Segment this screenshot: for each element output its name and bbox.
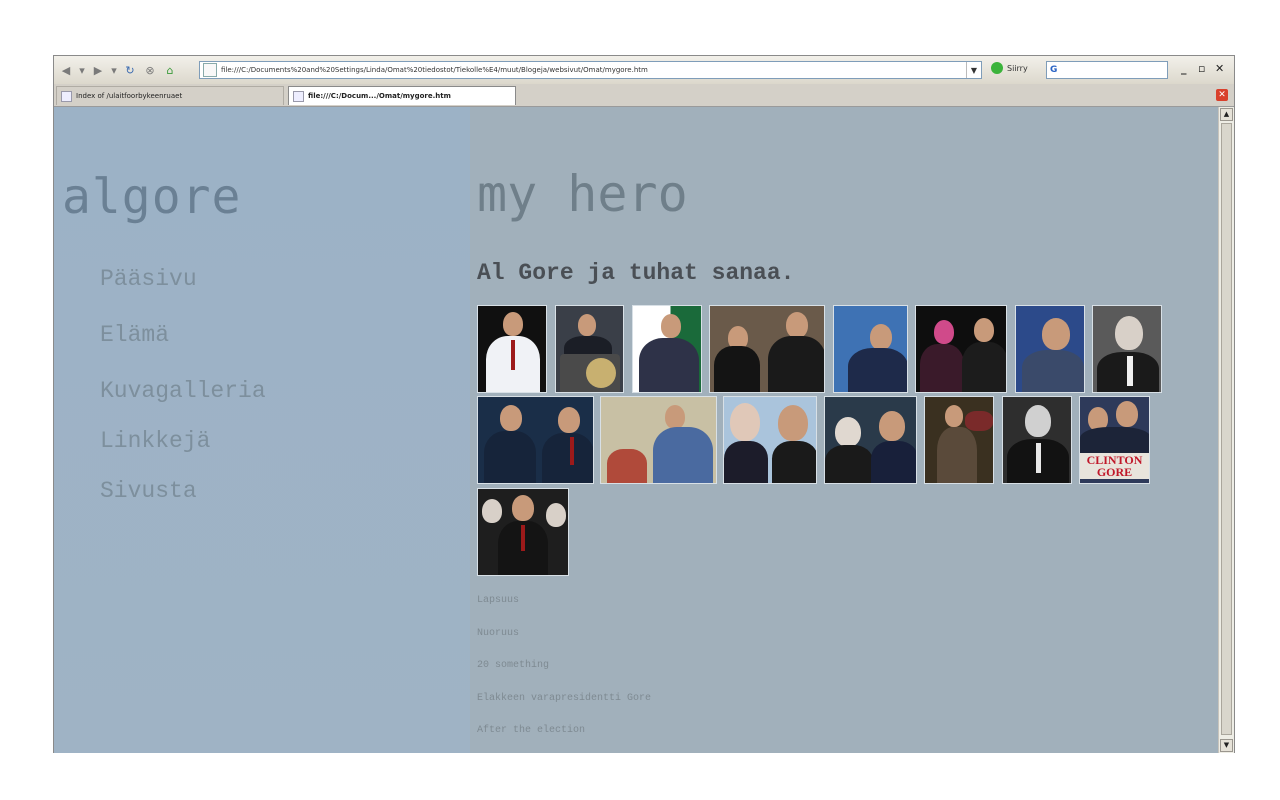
chevron-down-icon[interactable]: ▼ bbox=[966, 62, 981, 78]
tab-strip: Index of /ulaitfoorbykeenruaet file:///C… bbox=[54, 84, 1234, 107]
page-icon bbox=[61, 90, 72, 102]
gallery-photo[interactable] bbox=[477, 488, 569, 576]
sidebar: algore Pääsivu Elämä Kuvagalleria Linkke… bbox=[54, 107, 470, 753]
close-tab-icon[interactable]: ✕ bbox=[1216, 89, 1228, 101]
gallery-photo[interactable] bbox=[600, 396, 717, 484]
stop-icon[interactable]: ⊗ bbox=[142, 62, 158, 78]
nav-item-linkkeja[interactable]: Linkkejä bbox=[100, 429, 266, 479]
scroll-down-icon[interactable]: ▼ bbox=[1220, 739, 1233, 752]
nav-item-sivusta[interactable]: Sivusta bbox=[100, 479, 266, 535]
address-text[interactable]: file:///C:/Documents%20and%20Settings/Li… bbox=[221, 66, 966, 74]
gallery-photo[interactable] bbox=[1015, 305, 1085, 393]
page-subtitle: Al Gore ja tuhat sanaa. bbox=[477, 260, 795, 286]
page-title: my hero bbox=[477, 165, 688, 223]
gallery-photo[interactable] bbox=[824, 396, 917, 484]
page-icon bbox=[203, 63, 217, 77]
browser-window: ◀ ▾ ▶ ▾ ↻ ⊗ ⌂ file:///C:/Documents%20and… bbox=[53, 55, 1235, 753]
page-icon bbox=[293, 90, 304, 102]
browser-toolbar: ◀ ▾ ▶ ▾ ↻ ⊗ ⌂ file:///C:/Documents%20and… bbox=[54, 56, 1234, 84]
sublink-20-something[interactable]: 20 something bbox=[477, 660, 651, 693]
forward-icon[interactable]: ▶ bbox=[90, 62, 106, 78]
gallery-photo[interactable] bbox=[1092, 305, 1162, 393]
tab-label: file:///C:/Docum.../Omat/mygore.htm bbox=[308, 92, 451, 100]
site-title: algore bbox=[62, 169, 242, 225]
minimize-icon[interactable]: _ bbox=[1181, 62, 1187, 75]
sublink-nuoruus[interactable]: Nuoruus bbox=[477, 628, 651, 661]
vertical-scrollbar[interactable]: ▲ ▼ bbox=[1218, 107, 1234, 753]
search-engine-icon[interactable]: G bbox=[1050, 65, 1057, 75]
sublink-after-election[interactable]: After the election bbox=[477, 725, 651, 753]
dropdown-icon[interactable]: ▾ bbox=[110, 62, 118, 78]
home-icon[interactable]: ⌂ bbox=[162, 62, 178, 78]
gallery-photo[interactable] bbox=[723, 396, 817, 484]
search-input[interactable]: G bbox=[1046, 61, 1168, 79]
gallery-photo[interactable] bbox=[915, 305, 1007, 393]
restore-icon[interactable]: ▫ bbox=[1198, 62, 1205, 75]
address-bar[interactable]: file:///C:/Documents%20and%20Settings/Li… bbox=[199, 61, 982, 79]
sublink-varapresidentti[interactable]: Elakkeen varapresidentti Gore bbox=[477, 693, 651, 726]
gallery-photo[interactable]: CLINTON GORE bbox=[1079, 396, 1150, 484]
go-icon bbox=[991, 62, 1003, 74]
nav-item-paasivu[interactable]: Pääsivu bbox=[100, 267, 266, 323]
gallery-caption: CLINTON GORE bbox=[1080, 453, 1149, 479]
close-icon[interactable]: ✕ bbox=[1215, 62, 1224, 75]
go-label: Siirry bbox=[1007, 63, 1028, 73]
tab-label: Index of /ulaitfoorbykeenruaet bbox=[76, 92, 183, 100]
nav-item-elama[interactable]: Elämä bbox=[100, 323, 266, 379]
gallery-photo[interactable] bbox=[1002, 396, 1072, 484]
gallery-photo[interactable] bbox=[833, 305, 908, 393]
gallery-photo[interactable] bbox=[477, 305, 547, 393]
gallery-photo[interactable] bbox=[924, 396, 994, 484]
tab-index[interactable]: Index of /ulaitfoorbykeenruaet bbox=[56, 86, 284, 105]
nav-item-kuvagalleria[interactable]: Kuvagalleria bbox=[100, 379, 266, 429]
reload-icon[interactable]: ↻ bbox=[122, 62, 138, 78]
back-icon[interactable]: ◀ bbox=[58, 62, 74, 78]
scrollbar-thumb[interactable] bbox=[1221, 123, 1232, 735]
gallery-photo[interactable] bbox=[477, 396, 594, 484]
gallery-photo[interactable] bbox=[709, 305, 825, 393]
subpage-links: Lapsuus Nuoruus 20 something Elakkeen va… bbox=[477, 595, 651, 753]
page-content: algore Pääsivu Elämä Kuvagalleria Linkke… bbox=[54, 107, 1219, 753]
tab-mygore[interactable]: file:///C:/Docum.../Omat/mygore.htm bbox=[288, 86, 516, 105]
go-button[interactable]: Siirry bbox=[991, 62, 1028, 74]
gallery-photo[interactable] bbox=[632, 305, 702, 393]
dropdown-icon[interactable]: ▾ bbox=[78, 62, 86, 78]
gallery-photo[interactable] bbox=[555, 305, 624, 393]
scroll-up-icon[interactable]: ▲ bbox=[1220, 108, 1233, 121]
sublink-lapsuus[interactable]: Lapsuus bbox=[477, 595, 651, 628]
sidebar-nav: Pääsivu Elämä Kuvagalleria Linkkejä Sivu… bbox=[100, 267, 266, 535]
